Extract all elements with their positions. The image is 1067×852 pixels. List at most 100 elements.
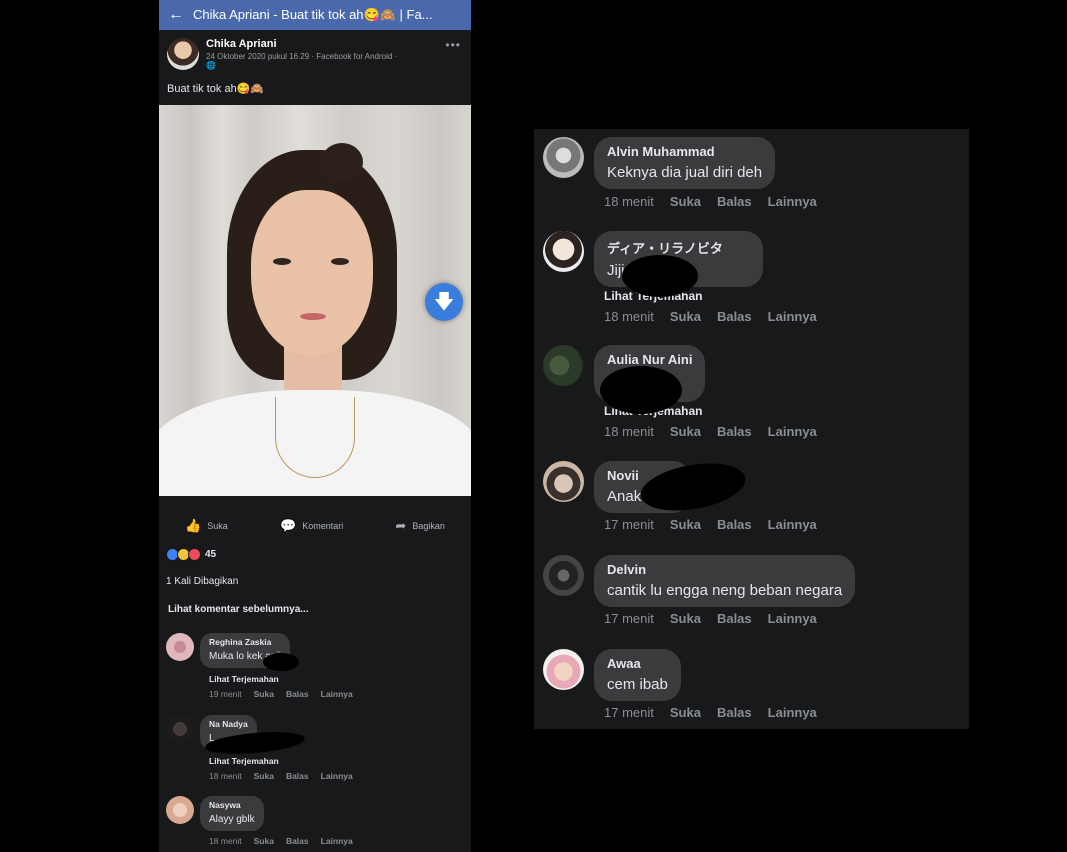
comment-meta: 18 menit Suka Balas Lainnya — [604, 309, 817, 324]
commenter-name[interactable]: Nasywa — [209, 800, 255, 810]
share-icon: ➦ — [395, 518, 407, 533]
commenter-name[interactable]: Na Nadya — [209, 719, 248, 729]
comment-reply[interactable]: Balas — [286, 836, 309, 846]
comment-button[interactable]: 💬 Komentari — [280, 518, 343, 534]
comment-meta: 18 menit Suka Balas Lainnya — [604, 424, 817, 439]
share-count[interactable]: 1 Kali Dibagikan — [166, 576, 238, 587]
more-icon[interactable]: ••• — [445, 38, 461, 52]
share-label: Bagikan — [412, 521, 445, 531]
see-translation[interactable]: Lihat Terjemahan — [209, 756, 279, 766]
comment-reply[interactable]: Balas — [286, 771, 309, 781]
photo-face — [251, 190, 373, 355]
comment-like[interactable]: Suka — [254, 689, 274, 699]
comment-like[interactable]: Suka — [670, 517, 701, 532]
comment-like[interactable]: Suka — [670, 194, 701, 209]
commenter-name[interactable]: Delvin — [607, 562, 842, 577]
comment-like[interactable]: Suka — [670, 705, 701, 720]
comment-reply[interactable]: Balas — [286, 689, 309, 699]
avatar[interactable] — [543, 649, 584, 690]
comment-text: Keknya dia jual diri deh — [607, 164, 763, 181]
avatar[interactable] — [543, 461, 584, 502]
commenter-name[interactable]: Aulia Nur Aini — [607, 352, 692, 367]
comment-like[interactable]: Suka — [670, 309, 701, 324]
comment-more[interactable]: Lainnya — [321, 689, 353, 699]
comment-time: 17 menit — [604, 517, 654, 532]
comment-time: 18 menit — [604, 424, 654, 439]
love-reaction-icon — [188, 548, 201, 561]
comment-reply[interactable]: Balas — [717, 705, 752, 720]
avatar[interactable] — [167, 38, 199, 70]
comment-reply[interactable]: Balas — [717, 424, 752, 439]
photo-eye — [331, 258, 349, 265]
commenter-name[interactable]: ディア・リラノビタ — [607, 238, 723, 257]
comment-text: Alayy gblk — [209, 814, 255, 825]
avatar[interactable] — [166, 715, 194, 743]
post-timestamp: 24 Oktober 2020 pukul 16.29 · Facebook f… — [206, 52, 398, 61]
like-icon: 👍 — [185, 518, 202, 533]
comment-more[interactable]: Lainnya — [768, 705, 817, 720]
comment-icon: 💬 — [280, 518, 297, 533]
avatar[interactable] — [543, 555, 584, 596]
comment-meta: 18 menit Suka Balas Lainnya — [604, 194, 817, 209]
like-button[interactable]: 👍 Suka — [185, 518, 228, 534]
post-author[interactable]: Chika Apriani — [206, 38, 397, 50]
comment-time: 18 menit — [604, 309, 654, 324]
back-arrow-icon[interactable]: ← — [159, 6, 193, 24]
comment-time: 18 menit — [604, 194, 654, 209]
commenter-name[interactable]: Alvin Muhammad — [607, 144, 762, 159]
photo-hair-bun — [321, 143, 363, 181]
comment-more[interactable]: Lainnya — [768, 194, 817, 209]
commenter-name[interactable]: Novii — [607, 468, 641, 483]
comment-more[interactable]: Lainnya — [768, 517, 817, 532]
avatar[interactable] — [543, 231, 584, 272]
comment-meta: 17 menit Suka Balas Lainnya — [604, 611, 817, 626]
censor-mark — [263, 653, 299, 671]
comment-bubble: Nasywa Alayy gblk — [200, 796, 264, 831]
avatar[interactable] — [166, 796, 194, 824]
censor-mark — [600, 366, 682, 414]
comment-time: 17 menit — [604, 705, 654, 720]
photo-lips — [300, 313, 326, 320]
post-photo[interactable]: 🡇 — [159, 105, 471, 496]
view-previous-comments[interactable]: Lihat komentar sebelumnya... — [168, 604, 309, 615]
reaction-summary[interactable]: 45 — [166, 548, 216, 561]
censor-mark — [622, 255, 698, 297]
comment-reply[interactable]: Balas — [717, 194, 752, 209]
globe-icon: 🌐 — [206, 61, 216, 70]
see-translation[interactable]: Lihat Terjemahan — [209, 674, 279, 684]
comment-reply[interactable]: Balas — [717, 309, 752, 324]
comment-like[interactable]: Suka — [254, 771, 274, 781]
reaction-count: 45 — [205, 549, 217, 560]
avatar[interactable] — [166, 633, 194, 661]
post-caption: Buat tik tok ah😋🙈 — [167, 83, 265, 95]
comment-text: Anak — [607, 488, 642, 505]
comment-reply[interactable]: Balas — [717, 517, 752, 532]
comment-like[interactable]: Suka — [670, 424, 701, 439]
photo-necklace — [275, 397, 355, 478]
comment-bubble: Alvin Muhammad Keknya dia jual diri deh — [594, 137, 776, 189]
commenter-name[interactable]: Awaa — [607, 656, 668, 671]
comment-label: Komentari — [302, 521, 344, 531]
comment-bubble: Awaa cem ibab — [594, 649, 681, 701]
avatar[interactable] — [543, 345, 584, 386]
comment-reply[interactable]: Balas — [717, 611, 752, 626]
comment-more[interactable]: Lainnya — [321, 836, 353, 846]
download-icon[interactable]: 🡇 — [425, 283, 463, 321]
comments-screenshot: Alvin Muhammad Keknya dia jual diri deh … — [534, 129, 969, 729]
like-label: Suka — [207, 521, 228, 531]
comment-like[interactable]: Suka — [670, 611, 701, 626]
avatar[interactable] — [543, 137, 584, 178]
comment-more[interactable]: Lainnya — [768, 309, 817, 324]
comment-time: 18 menit — [209, 771, 242, 781]
comment-time: 17 menit — [604, 611, 654, 626]
comment-more[interactable]: Lainnya — [321, 771, 353, 781]
comment-meta: 17 menit Suka Balas Lainnya — [604, 517, 817, 532]
comment-meta: 17 menit Suka Balas Lainnya — [604, 705, 817, 720]
comment-more[interactable]: Lainnya — [768, 424, 817, 439]
comment-like[interactable]: Suka — [254, 836, 274, 846]
commenter-name[interactable]: Reghina Zaskia — [209, 637, 281, 647]
post-actions: 👍 Suka 💬 Komentari ➦ Bagikan — [159, 512, 471, 540]
comment-more[interactable]: Lainnya — [768, 611, 817, 626]
share-button[interactable]: ➦ Bagikan — [395, 518, 444, 534]
post-header: Chika Apriani 24 Oktober 2020 pukul 16.2… — [159, 30, 471, 78]
